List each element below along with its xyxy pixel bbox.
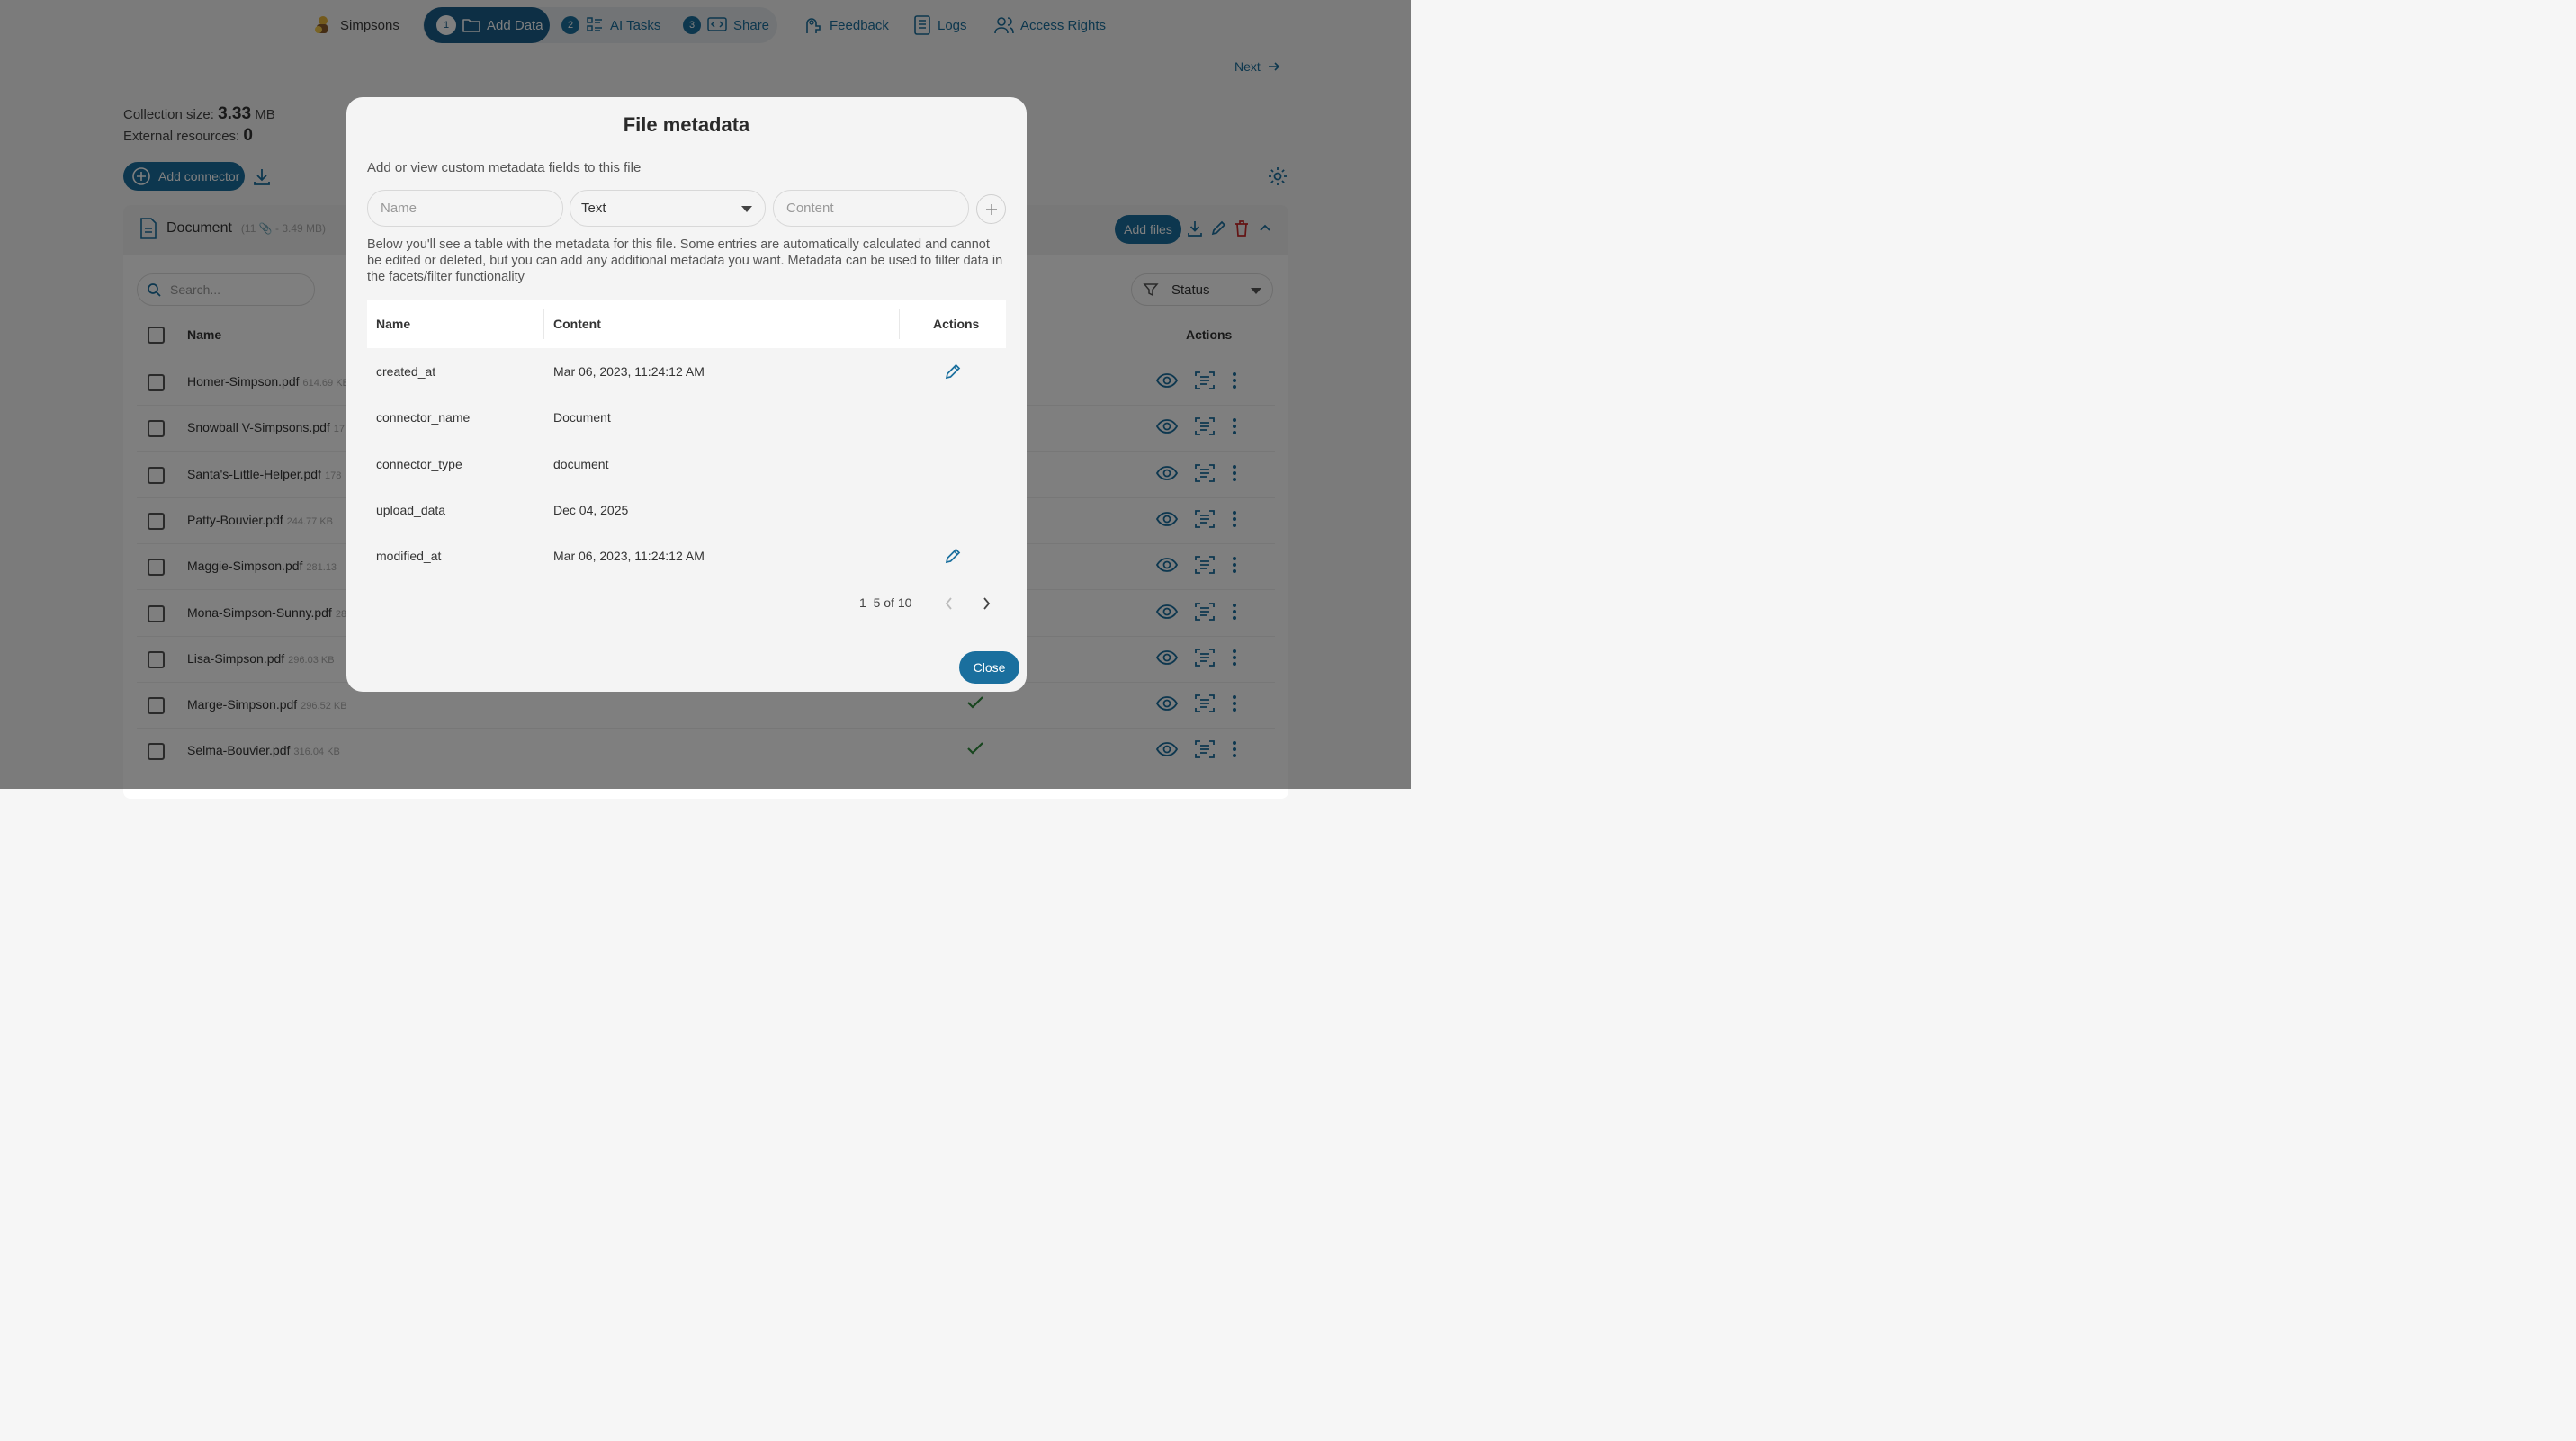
dialog-subtitle: Add or view custom metadata fields to th… [367, 160, 642, 175]
metadata-table: Name Content Actions created_at Mar 06, 2… [367, 300, 1006, 578]
chevron-right-icon[interactable] [980, 595, 992, 612]
name-placeholder: Name [381, 201, 417, 216]
metadata-table-header: Name Content Actions [367, 300, 1006, 348]
close-button[interactable]: Close [959, 651, 1019, 684]
metadata-content: document [553, 456, 609, 471]
column-divider [543, 309, 544, 339]
metadata-content: Mar 06, 2023, 11:24:12 AM [553, 549, 705, 564]
metadata-name-field[interactable]: Name [367, 190, 563, 227]
dialog-title: File metadata [623, 113, 750, 136]
dialog-description: Below you'll see a table with the metada… [367, 237, 1003, 284]
metadata-content: Dec 04, 2025 [553, 502, 629, 517]
metadata-row: connector_name Document [367, 394, 1006, 440]
metadata-row: created_at Mar 06, 2023, 11:24:12 AM [367, 348, 1006, 394]
column-divider [899, 309, 900, 339]
metadata-content: Mar 06, 2023, 11:24:12 AM [553, 364, 705, 379]
column-header-actions: Actions [933, 317, 980, 331]
metadata-rows: created_at Mar 06, 2023, 11:24:12 AM conne… [367, 348, 1006, 578]
metadata-name: upload_data [376, 502, 446, 517]
column-header-content: Content [553, 317, 601, 331]
pencil-icon[interactable] [944, 362, 962, 380]
metadata-row: modified_at Mar 06, 2023, 11:24:12 AM [367, 533, 1006, 578]
metadata-name: modified_at [376, 549, 442, 564]
chevron-left-icon[interactable] [943, 595, 956, 612]
column-header-name: Name [376, 317, 411, 331]
metadata-name: created_at [376, 364, 436, 379]
metadata-row: upload_data Dec 04, 2025 [367, 487, 1006, 533]
metadata-row: connector_type document [367, 441, 1006, 487]
caret-down-icon [741, 206, 752, 212]
metadata-content-field[interactable]: Content [773, 190, 969, 227]
add-metadata-button[interactable] [976, 194, 1006, 224]
metadata-type-select[interactable]: Text [570, 190, 766, 227]
file-metadata-dialog: File metadata Add or view custom metadat… [346, 97, 1027, 692]
metadata-content: Document [553, 410, 611, 425]
content-placeholder: Content [786, 201, 834, 216]
pencil-icon[interactable] [944, 547, 962, 565]
pagination-info: 1–5 of 10 [859, 595, 912, 610]
metadata-name: connector_name [376, 410, 471, 425]
plus-icon [985, 203, 998, 216]
type-value: Text [581, 201, 606, 216]
metadata-name: connector_type [376, 456, 462, 471]
